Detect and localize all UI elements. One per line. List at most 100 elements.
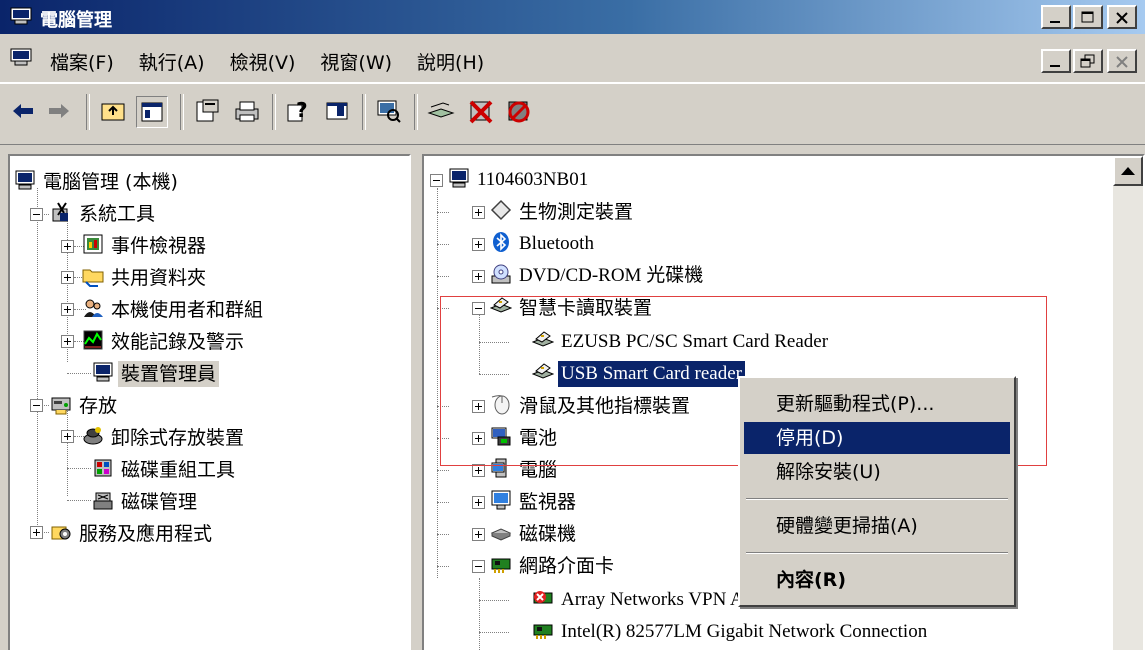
device-item-bluetooth[interactable]: Bluetooth bbox=[490, 230, 597, 256]
show-hide-tree-icon bbox=[141, 102, 163, 122]
menu-window[interactable]: 視窗(W) bbox=[320, 46, 392, 77]
console-icon[interactable] bbox=[10, 48, 32, 66]
expand-dvd[interactable] bbox=[472, 270, 485, 283]
tree-item-removable-storage[interactable]: 卸除式存放裝置 bbox=[82, 424, 247, 450]
expand-biometric[interactable] bbox=[472, 206, 485, 219]
device-item-disk-drives[interactable]: 磁碟機 bbox=[490, 520, 579, 546]
minimize-button[interactable] bbox=[1041, 5, 1071, 29]
menu-item-update-driver[interactable]: 更新驅動程式(P)... bbox=[744, 388, 1010, 420]
tree-item-disk-defragmenter[interactable]: 磁碟重組工具 bbox=[92, 456, 238, 482]
collapse-smartcard[interactable] bbox=[472, 302, 485, 315]
menu-action[interactable]: 執行(A) bbox=[139, 46, 205, 77]
child-close-button[interactable] bbox=[1107, 49, 1137, 73]
expand-monitor[interactable] bbox=[472, 496, 485, 509]
collapse-system-tools[interactable] bbox=[30, 208, 43, 221]
show-hide-tree-button[interactable] bbox=[136, 96, 168, 128]
device-label: 網路介面卡 bbox=[519, 554, 615, 577]
collapse-computer[interactable] bbox=[430, 174, 443, 187]
expand-battery[interactable] bbox=[472, 432, 485, 445]
menu-item-disable[interactable]: 停用(D) bbox=[744, 422, 1010, 454]
menu-separator bbox=[746, 498, 1008, 500]
services-icon bbox=[51, 526, 71, 539]
device-item-computer-root[interactable]: 1104603NB01 bbox=[448, 166, 591, 192]
properties-button[interactable] bbox=[192, 96, 222, 126]
collapse-network[interactable] bbox=[472, 560, 485, 573]
child-minimize-button[interactable] bbox=[1041, 49, 1071, 73]
expand-local-users[interactable] bbox=[61, 303, 74, 316]
console-tree-pane[interactable]: 電腦管理 (本機) 系統工具 事件檢視器 共用資料夾 本機使用者和群組 效能記錄… bbox=[8, 154, 411, 650]
disable-device-icon bbox=[469, 100, 493, 124]
maximize-button[interactable] bbox=[1073, 5, 1103, 29]
help-button[interactable]: ? bbox=[284, 96, 314, 126]
disk-drive-icon bbox=[490, 527, 512, 541]
menu-file[interactable]: 檔案(F) bbox=[50, 46, 114, 77]
device-label: 1104603NB01 bbox=[477, 168, 589, 190]
menu-view[interactable]: 檢視(V) bbox=[230, 46, 296, 77]
disable-device-button[interactable] bbox=[466, 96, 496, 126]
device-item-network-adapters[interactable]: 網路介面卡 bbox=[490, 552, 617, 578]
arrow-up-icon bbox=[1121, 167, 1135, 175]
menu-item-uninstall[interactable]: 解除安裝(U) bbox=[744, 456, 1010, 488]
menu-help[interactable]: 說明(H) bbox=[417, 46, 484, 77]
tree-item-computer-management[interactable]: 電腦管理 (本機) bbox=[14, 168, 181, 194]
expand-computer-category[interactable] bbox=[472, 464, 485, 477]
device-item-smartcard-readers[interactable]: 智慧卡讀取裝置 bbox=[490, 294, 655, 320]
smartcard-reader-icon bbox=[532, 330, 554, 347]
child-restore-button[interactable] bbox=[1073, 49, 1103, 73]
back-button[interactable] bbox=[8, 96, 38, 126]
tree-item-services-applications[interactable]: 服務及應用程式 bbox=[50, 520, 215, 546]
close-button[interactable] bbox=[1107, 5, 1137, 29]
expand-bluetooth[interactable] bbox=[472, 238, 485, 251]
computer-icon bbox=[449, 168, 469, 187]
console-view-button[interactable] bbox=[322, 96, 352, 126]
device-item-computer-category[interactable]: 電腦 bbox=[490, 456, 560, 482]
tree-item-device-manager[interactable]: 裝置管理員 bbox=[92, 360, 220, 387]
tree-item-performance-logs[interactable]: 效能記錄及警示 bbox=[82, 328, 247, 354]
biometric-icon bbox=[490, 199, 512, 220]
tree-item-system-tools[interactable]: 系統工具 bbox=[50, 200, 158, 226]
uninstall-device-button[interactable] bbox=[504, 96, 534, 126]
device-label: Intel(R) 82577LM Gigabit Network Connect… bbox=[561, 620, 928, 642]
device-item-biometric[interactable]: 生物測定裝置 bbox=[490, 198, 636, 224]
tree-label: 本機使用者和群組 bbox=[111, 298, 264, 321]
menu-item-scan-hardware-changes[interactable]: 硬體變更掃描(A) bbox=[744, 510, 1010, 542]
device-item-usb-smartcard-reader[interactable]: USB Smart Card reader bbox=[532, 360, 745, 387]
expand-services-apps[interactable] bbox=[30, 526, 43, 539]
device-label: 磁碟機 bbox=[519, 522, 577, 545]
up-level-button[interactable] bbox=[98, 96, 128, 126]
expand-perf-logs[interactable] bbox=[61, 335, 74, 348]
scan-hardware-button[interactable] bbox=[374, 96, 404, 126]
expand-mice[interactable] bbox=[472, 400, 485, 413]
device-item-mice[interactable]: 滑鼠及其他指標裝置 bbox=[490, 392, 693, 418]
smartcard-reader-icon bbox=[490, 296, 512, 313]
forward-icon bbox=[49, 104, 69, 118]
device-item-battery[interactable]: 電池 bbox=[490, 424, 560, 450]
tree-item-local-users[interactable]: 本機使用者和群組 bbox=[82, 296, 266, 322]
tree-item-event-viewer[interactable]: 事件檢視器 bbox=[82, 232, 209, 258]
menu-item-properties[interactable]: 內容(R) bbox=[744, 564, 1010, 596]
print-button[interactable] bbox=[232, 96, 262, 126]
update-driver-button[interactable] bbox=[426, 96, 456, 126]
tree-item-shared-folders[interactable]: 共用資料夾 bbox=[82, 264, 209, 290]
tree-item-disk-management[interactable]: 磁碟管理 bbox=[92, 488, 200, 514]
device-item-intel-network[interactable]: Intel(R) 82577LM Gigabit Network Connect… bbox=[532, 618, 930, 644]
device-item-ezusb-reader[interactable]: EZUSB PC/SC Smart Card Reader bbox=[532, 328, 831, 354]
window-title: 電腦管理 bbox=[40, 10, 112, 31]
forward-button[interactable] bbox=[44, 96, 74, 126]
tree-item-storage[interactable]: 存放 bbox=[50, 392, 120, 418]
disk-management-icon bbox=[93, 492, 113, 509]
vertical-scrollbar[interactable] bbox=[1113, 156, 1143, 650]
collapse-storage[interactable] bbox=[30, 399, 43, 412]
console-view-icon bbox=[326, 102, 348, 120]
expand-disk-drive[interactable] bbox=[472, 528, 485, 541]
cdrom-icon bbox=[491, 264, 511, 283]
device-item-dvd-cdrom[interactable]: DVD/CD-ROM 光碟機 bbox=[490, 262, 706, 288]
device-label: 電池 bbox=[519, 426, 558, 449]
expand-removable-storage[interactable] bbox=[61, 430, 74, 443]
monitor-icon bbox=[491, 490, 511, 509]
device-item-monitors[interactable]: 監視器 bbox=[490, 488, 579, 514]
expand-event-viewer[interactable] bbox=[61, 240, 74, 253]
scroll-up-button[interactable] bbox=[1113, 156, 1143, 186]
tools-icon bbox=[52, 201, 68, 221]
expand-shared-folders[interactable] bbox=[61, 271, 74, 284]
